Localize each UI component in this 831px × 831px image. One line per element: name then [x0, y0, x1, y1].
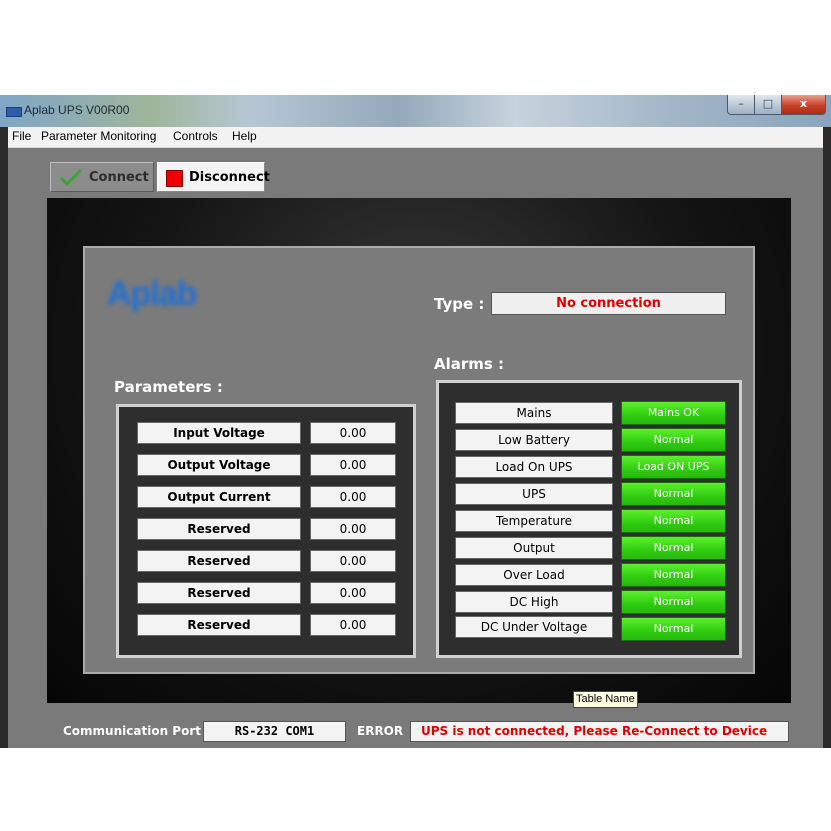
- alarm-status: Normal: [621, 563, 726, 587]
- param-label: Reserved: [137, 582, 301, 604]
- alarm-label: Output: [455, 537, 613, 559]
- menu-bar: File Parameter Monitoring Controls Help: [8, 127, 823, 148]
- app-window: Aplab UPS V00R00 – □ x File Parameter Mo…: [0, 95, 831, 748]
- alarms-table: Mains Mains OK Low Battery Normal Load O…: [436, 380, 742, 658]
- param-value: 0.00: [310, 518, 396, 540]
- param-label: Reserved: [137, 550, 301, 572]
- error-label: ERROR: [357, 724, 404, 738]
- alarm-label: Mains: [455, 402, 613, 424]
- monitor-panel: Aplab Type : No connection Parameters : …: [83, 246, 755, 674]
- alarm-status: Normal: [621, 428, 726, 452]
- alarm-status: Normal: [621, 482, 726, 506]
- menu-parameter-monitoring[interactable]: Parameter Monitoring: [41, 129, 156, 143]
- param-label: Output Current: [137, 486, 301, 508]
- checkmark-icon: [60, 168, 82, 186]
- param-value: 0.00: [310, 422, 396, 444]
- alarm-label: DC Under Voltage: [455, 616, 613, 638]
- alarm-status: Normal: [621, 509, 726, 533]
- stop-icon: [166, 170, 183, 187]
- param-value: 0.00: [310, 454, 396, 476]
- tooltip: Table Name: [573, 691, 638, 708]
- alarm-label: Load On UPS: [455, 456, 613, 478]
- disconnect-button[interactable]: Disconnect: [157, 162, 270, 192]
- error-message: UPS is not connected, Please Re-Connect …: [410, 721, 789, 742]
- menu-controls[interactable]: Controls: [173, 129, 218, 143]
- alarm-status: Normal: [621, 590, 726, 614]
- communication-port-value: RS-232 COM1: [203, 721, 346, 742]
- param-value: 0.00: [310, 550, 396, 572]
- app-icon: [6, 107, 22, 117]
- alarm-label: UPS: [455, 483, 613, 505]
- parameters-table: Input Voltage 0.00 Output Voltage 0.00 O…: [116, 404, 416, 658]
- alarm-status: Normal: [621, 536, 726, 560]
- minimize-button[interactable]: –: [727, 95, 755, 115]
- alarm-label: DC High: [455, 591, 613, 613]
- window-title: Aplab UPS V00R00: [24, 103, 130, 117]
- alarm-label: Over Load: [455, 564, 613, 586]
- parameters-title: Parameters :: [114, 378, 223, 396]
- param-value: 0.00: [310, 486, 396, 508]
- param-value: 0.00: [310, 582, 396, 604]
- param-label: Reserved: [137, 614, 301, 636]
- alarm-status: Mains OK: [621, 401, 726, 425]
- alarm-label: Temperature: [455, 510, 613, 532]
- menu-help[interactable]: Help: [232, 129, 257, 143]
- status-bar: Communication Port RS-232 COM1 ERROR UPS…: [8, 710, 823, 742]
- menu-file[interactable]: File: [12, 129, 31, 143]
- type-value: No connection: [491, 292, 726, 315]
- communication-port-label: Communication Port: [63, 724, 201, 738]
- alarms-title: Alarms :: [434, 355, 505, 373]
- param-label: Reserved: [137, 518, 301, 540]
- connect-label: Connect: [89, 170, 149, 185]
- close-button[interactable]: x: [781, 95, 826, 115]
- alarm-label: Low Battery: [455, 429, 613, 451]
- alarm-status: Load ON UPS: [621, 455, 726, 479]
- param-value: 0.00: [310, 614, 396, 636]
- alarm-status: Normal: [621, 617, 726, 641]
- param-label: Output Voltage: [137, 454, 301, 476]
- type-label: Type :: [434, 295, 485, 313]
- aplab-logo: Aplab: [107, 275, 197, 313]
- disconnect-label: Disconnect: [189, 170, 270, 185]
- param-label: Input Voltage: [137, 422, 301, 444]
- connect-button[interactable]: Connect: [50, 162, 154, 192]
- maximize-button[interactable]: □: [754, 95, 782, 115]
- client-area: Connect Disconnect Aplab Type : No conne…: [8, 148, 823, 748]
- title-bar[interactable]: Aplab UPS V00R00 – □ x: [0, 95, 831, 127]
